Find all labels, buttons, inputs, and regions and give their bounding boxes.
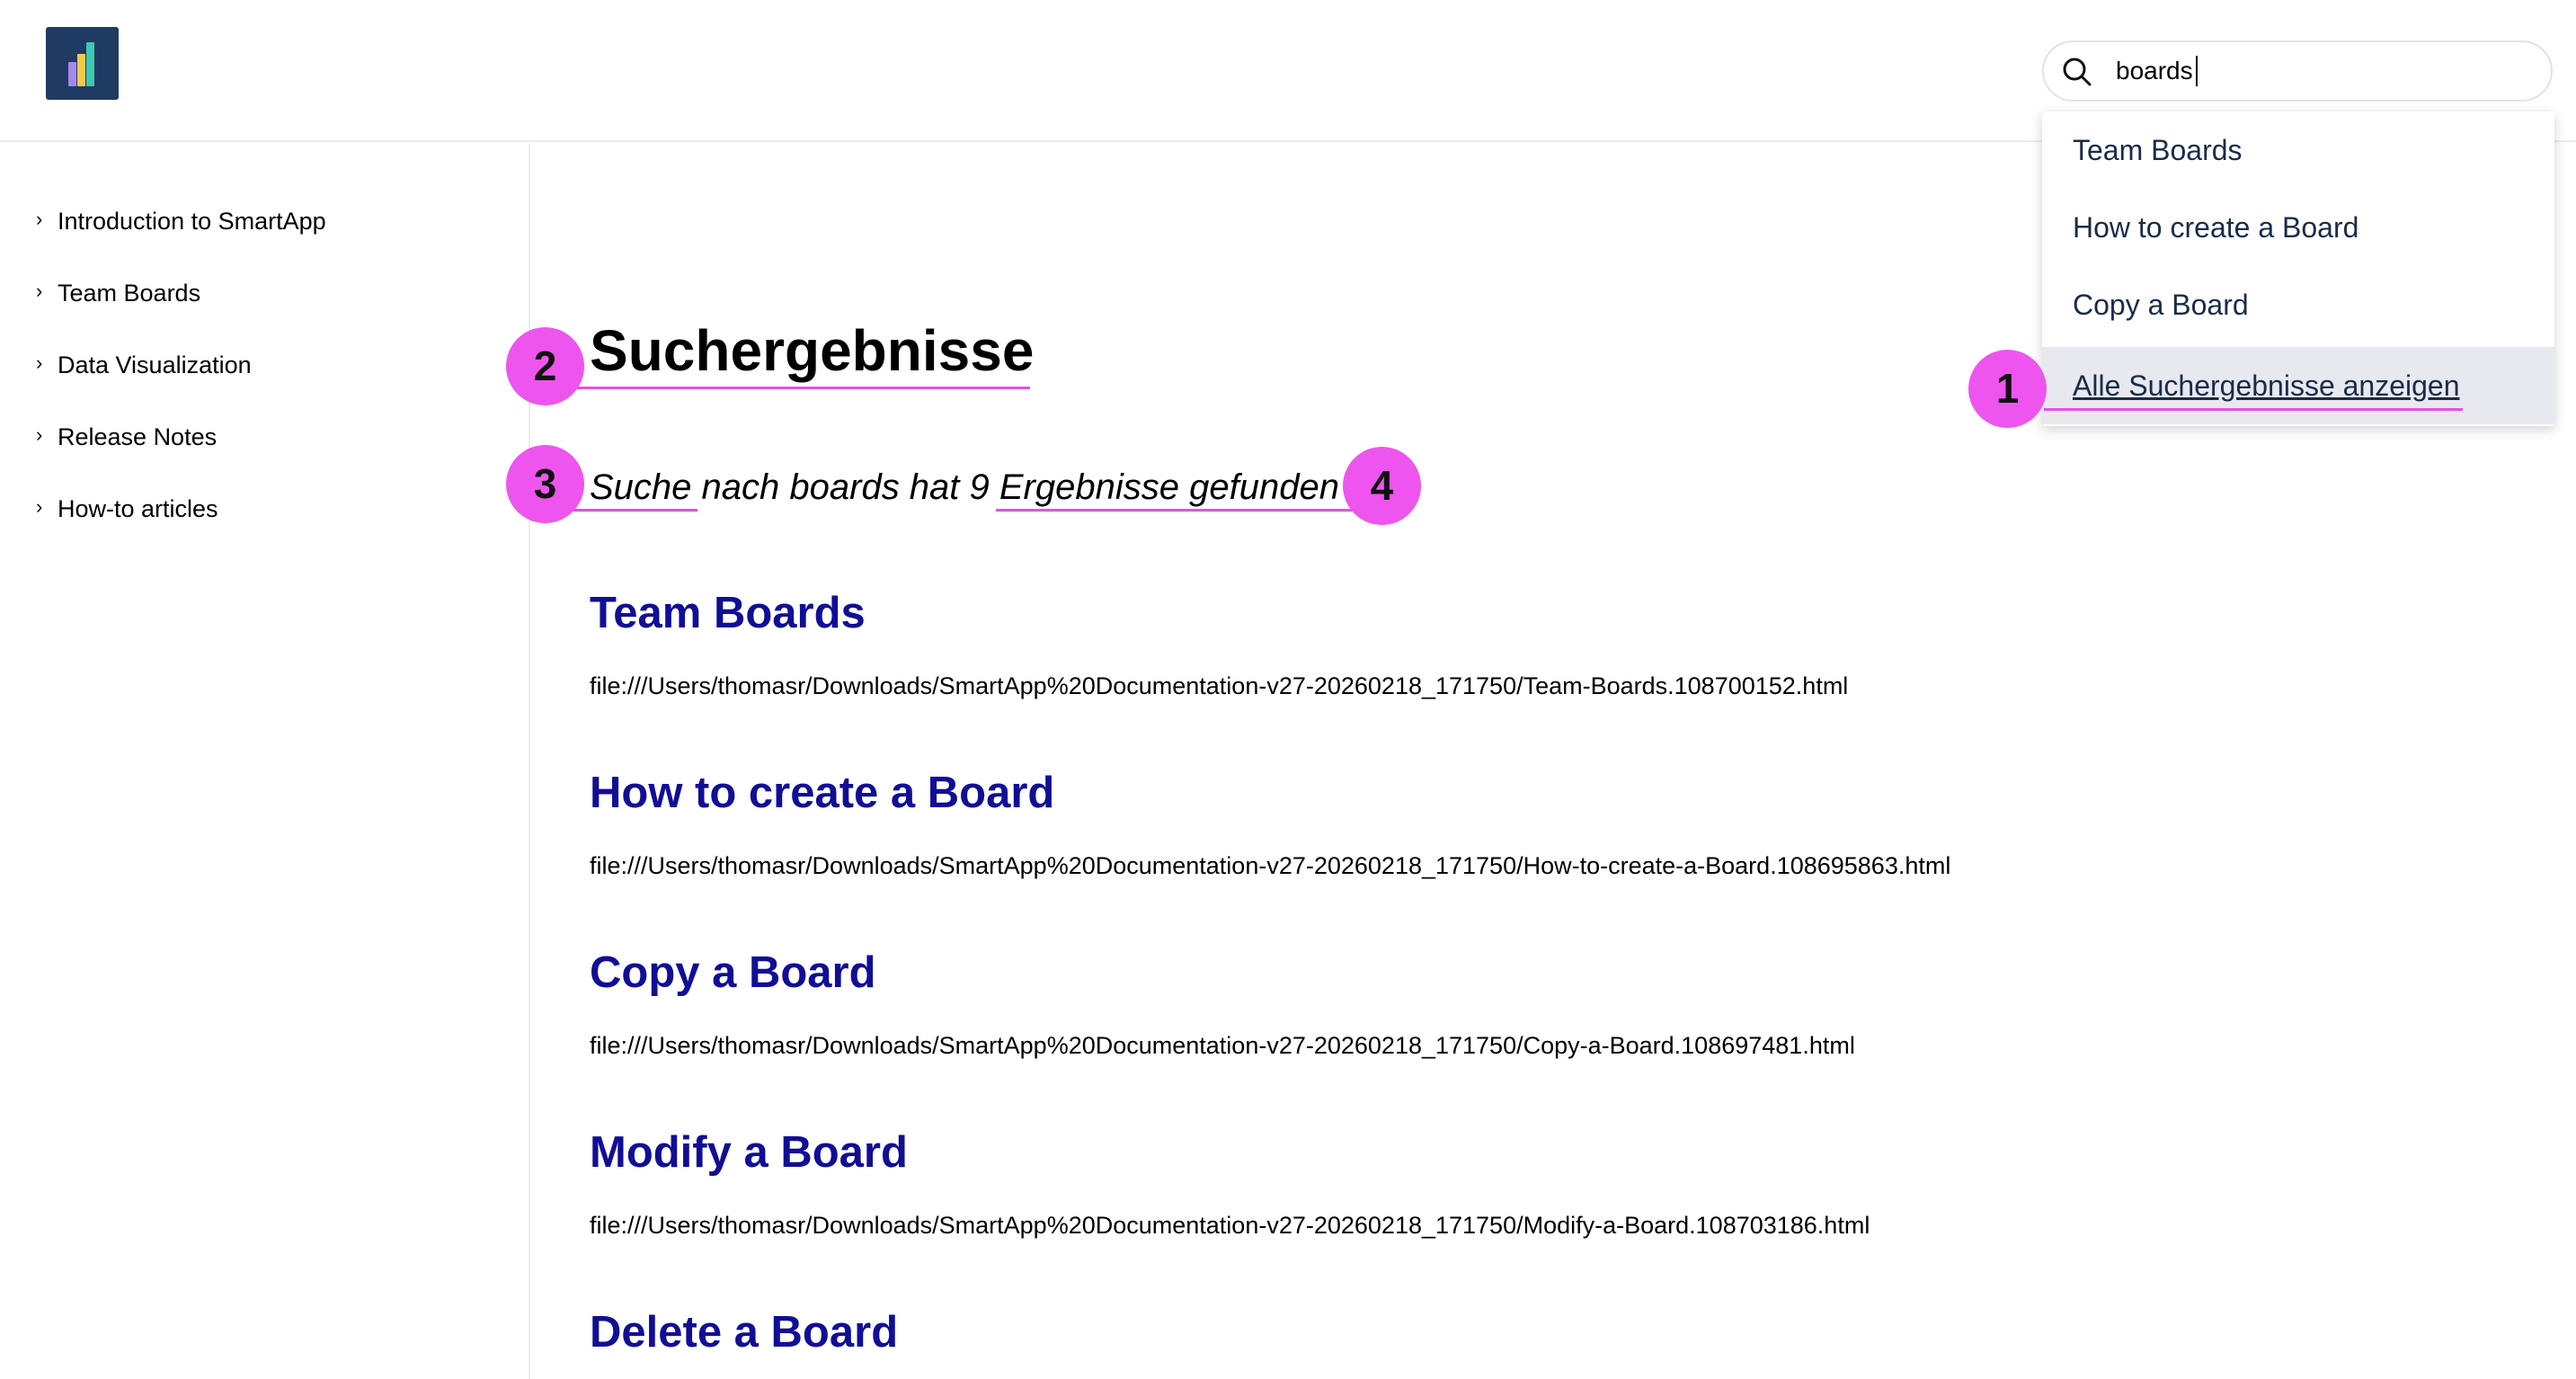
- text-caret: [2196, 56, 2198, 86]
- result-title-link[interactable]: Team Boards: [590, 586, 866, 640]
- search-input[interactable]: [2116, 53, 2529, 89]
- search-summary: Suche nach boards hat 9 Ergebnisse gefun…: [590, 467, 1339, 507]
- annotation-marker-1: 1: [1968, 350, 2047, 428]
- sidebar-item-introduction[interactable]: › Introduction to SmartApp: [36, 203, 326, 239]
- show-all-results-link[interactable]: Alle Suchergebnisse anzeigen: [2042, 347, 2554, 424]
- chevron-right-icon: ›: [36, 351, 43, 374]
- result-title-link[interactable]: Modify a Board: [590, 1125, 908, 1179]
- result-path: file:///Users/thomasr/Downloads/SmartApp…: [590, 1212, 1870, 1239]
- sidebar-item-label: How-to articles: [58, 495, 218, 522]
- result-title-link[interactable]: How to create a Board: [590, 766, 1054, 820]
- chart-logo[interactable]: [46, 27, 119, 100]
- result-title-link[interactable]: Copy a Board: [590, 946, 876, 1000]
- search-icon[interactable]: [2060, 55, 2094, 89]
- search-box[interactable]: [2042, 40, 2553, 102]
- suggestion-how-to-create-a-board[interactable]: How to create a Board: [2042, 189, 2554, 266]
- annotation-underline: [561, 509, 697, 512]
- result-path: file:///Users/thomasr/Downloads/SmartApp…: [590, 672, 1849, 699]
- annotation-marker-3: 3: [506, 445, 584, 523]
- sidebar-item-release-notes[interactable]: › Release Notes: [36, 419, 217, 455]
- chevron-right-icon: ›: [36, 423, 43, 446]
- chevron-right-icon: ›: [36, 208, 43, 230]
- suggestion-copy-a-board[interactable]: Copy a Board: [2042, 266, 2554, 343]
- sidebar-item-team-boards[interactable]: › Team Boards: [36, 275, 200, 311]
- logo-bar: [77, 54, 85, 86]
- page-title: Suchergebnisse: [590, 318, 1035, 383]
- result-path: file:///Users/thomasr/Downloads/SmartApp…: [590, 852, 1951, 879]
- suggestion-team-boards[interactable]: Team Boards: [2042, 111, 2554, 189]
- logo-bar: [86, 42, 94, 86]
- sidebar-item-label: Introduction to SmartApp: [58, 208, 326, 235]
- annotation-marker-4: 4: [1343, 447, 1421, 525]
- logo-bar: [68, 62, 76, 86]
- result-path: file:///Users/thomasr/Downloads/SmartApp…: [590, 1032, 1855, 1059]
- sidebar-item-label: Release Notes: [58, 423, 218, 450]
- sidebar-item-label: Data Visualization: [58, 351, 252, 378]
- sidebar-item-label: Team Boards: [58, 280, 201, 307]
- result-title-link[interactable]: Delete a Board: [590, 1305, 898, 1359]
- sidebar-nav: › Introduction to SmartApp › Team Boards ›…: [0, 144, 530, 1379]
- sidebar-item-data-visualization[interactable]: › Data Visualization: [36, 347, 252, 383]
- annotation-underline: [557, 387, 1030, 389]
- search-suggestions-dropdown: Team Boards How to create a Board Copy a…: [2042, 111, 2554, 426]
- chevron-right-icon: ›: [36, 280, 43, 302]
- chevron-right-icon: ›: [36, 495, 43, 518]
- sidebar-item-how-to-articles[interactable]: › How-to articles: [36, 491, 218, 527]
- annotation-underline: [996, 509, 1364, 512]
- annotation-underline: [2044, 408, 2463, 411]
- annotation-marker-2: 2: [506, 327, 584, 405]
